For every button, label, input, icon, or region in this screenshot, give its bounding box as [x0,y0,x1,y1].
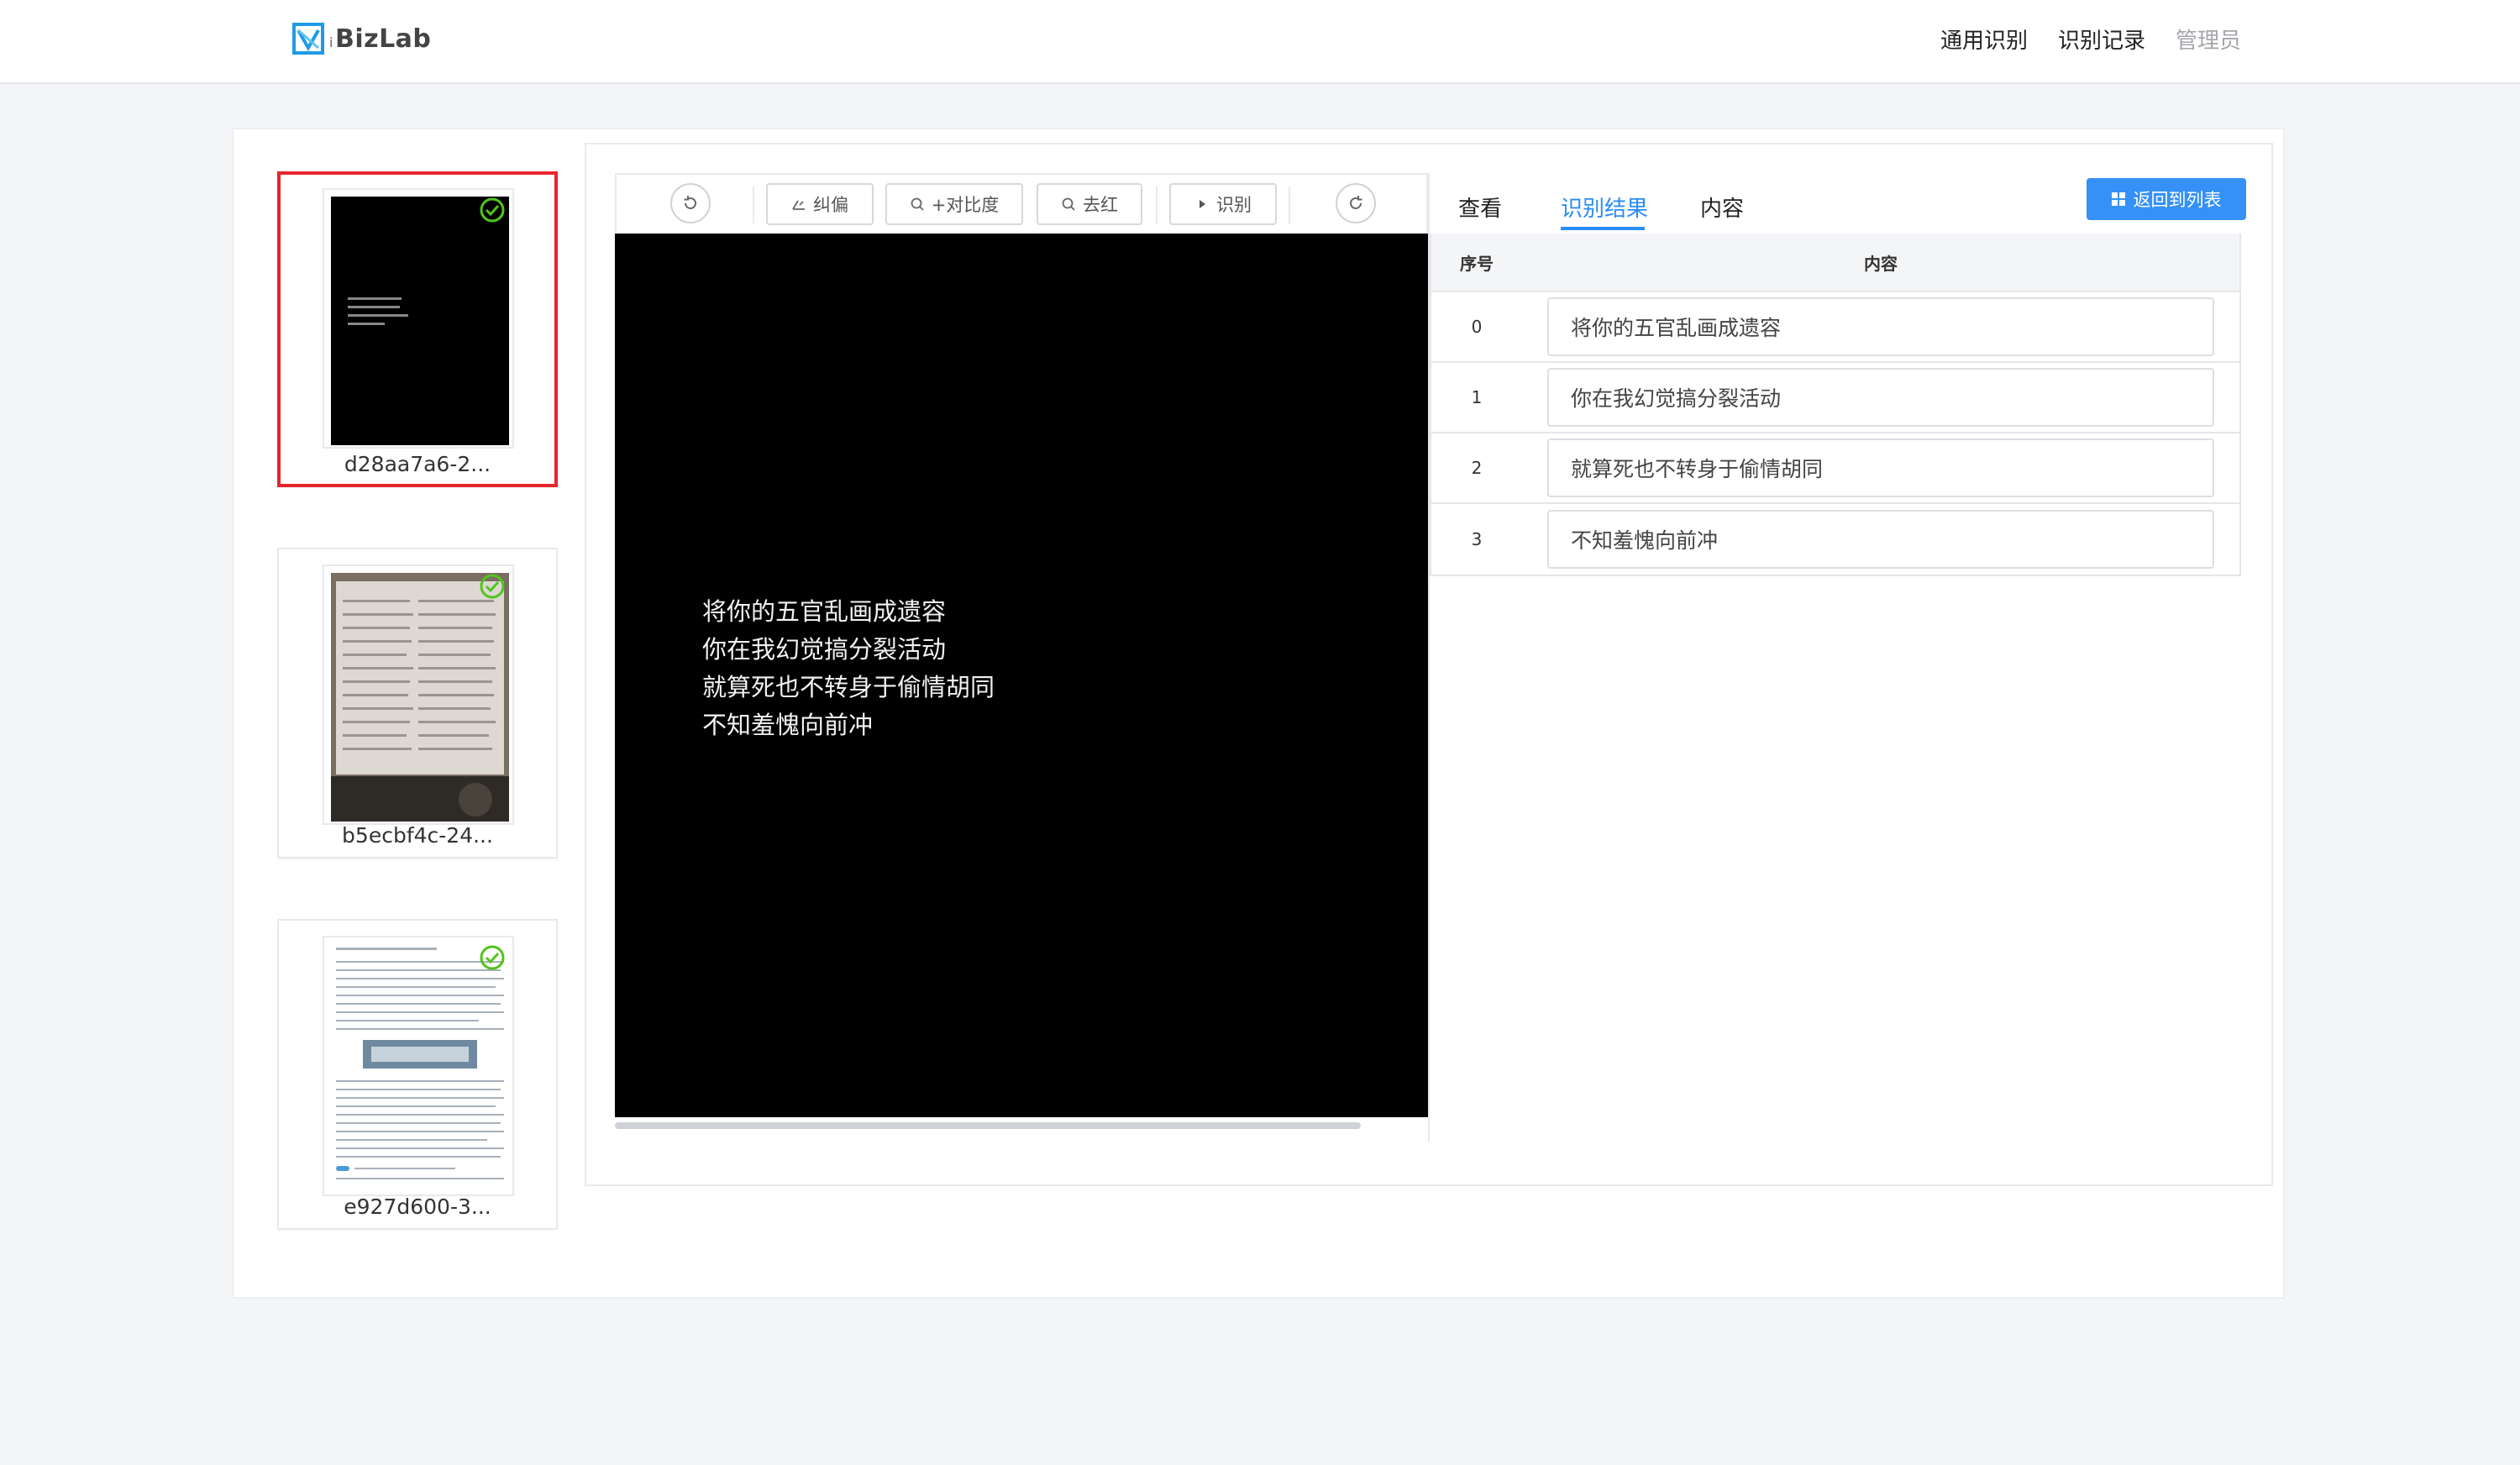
contrast-label: +对比度 [931,195,1000,215]
table-row: 2 [1431,433,2239,504]
tab-content[interactable]: 内容 [1700,192,1744,223]
rotate-right-icon [1350,196,1362,209]
grid-icon [2111,192,2125,206]
table-row: 1 [1431,363,2239,433]
result-tabs: 查看 识别结果 内容 返回到列表 [1430,173,2246,234]
column-header-content: 内容 [1864,253,1898,274]
top-bar: iBizLab 通用识别 识别记录 管理员 [0,0,2520,84]
search-icon [911,197,924,211]
check-circle-icon [480,574,505,599]
thumbnail-1-preview [331,197,509,445]
back-to-list-label: 返回到列表 [2133,190,2222,210]
toolbar-divider [1289,186,1290,223]
rotate-right-button[interactable] [1336,183,1376,223]
contrast-button[interactable]: +对比度 [885,183,1023,225]
deskew-label: 纠偏 [813,195,848,215]
thumbnail-image-2 [323,564,514,825]
recognize-button[interactable]: 识别 [1169,183,1277,225]
result-pane: 查看 识别结果 内容 返回到列表 序号 内容 0 将你的五官乱画成遗容 1 你在… [1428,173,2246,1142]
deskew-icon [792,200,805,210]
nav-general-recognition[interactable]: 通用识别 [1940,24,2028,55]
remove-red-label: 去红 [1083,195,1118,215]
thumbnail-name-1: d28aa7a6-2... [344,452,491,476]
deskew-button[interactable]: 纠偏 [766,183,874,225]
nav-admin[interactable]: 管理员 [2176,24,2241,55]
thumbnail-card-2[interactable]: b5ecbf4c-24... [277,548,558,859]
image-viewer: 纠偏 +对比度 去红 识别 将你的五官乱画成遗容 你在我幻觉搞分裂活动 就算死也… [615,173,1428,1142]
row-text-input[interactable] [1547,510,2214,569]
table-header: 序号 内容 [1431,234,2239,292]
logo-icon [292,23,324,55]
row-index: 3 [1471,529,1483,549]
toolbar-divider [1156,186,1158,223]
rotate-left-button[interactable] [670,183,711,223]
table-row: 0 [1431,292,2239,363]
horizontal-scrollbar[interactable] [615,1122,1361,1129]
recognize-label: 识别 [1216,195,1252,215]
row-text-input[interactable] [1547,438,2214,497]
thumbnail-card-3[interactable]: e927d600-3... [277,919,558,1230]
row-index: 1 [1471,387,1483,407]
result-table: 序号 内容 0 1 2 3 [1430,234,2241,576]
thumbnail-card-1[interactable]: d28aa7a6-2... [277,171,558,487]
image-text: 将你的五官乱画成遗容 你在我幻觉搞分裂活动 就算死也不转身于偷情胡同 不知羞愧向… [702,597,995,739]
toolbar-divider [753,186,754,223]
brand-name: iBizLab [329,24,432,54]
play-icon [1200,200,1205,208]
table-row: 3 [1431,504,2239,575]
back-to-list-button[interactable]: 返回到列表 [2087,178,2246,220]
image-canvas[interactable]: 将你的五官乱画成遗容 你在我幻觉搞分裂活动 就算死也不转身于偷情胡同 不知羞愧向… [615,234,1428,1117]
brand-logo[interactable]: iBizLab [292,22,431,55]
thumbnail-name-2: b5ecbf4c-24... [342,823,493,848]
tab-recognition-result[interactable]: 识别结果 [1561,192,1648,223]
row-index: 2 [1471,458,1483,478]
rotate-left-icon [684,196,696,209]
row-text-input[interactable] [1547,297,2214,356]
nav-recognition-records[interactable]: 识别记录 [2058,24,2145,55]
search-icon [1062,197,1075,211]
tab-view[interactable]: 查看 [1458,192,1502,223]
thumbnail-2-preview [331,573,509,822]
column-header-index: 序号 [1460,253,1494,274]
image-toolbar: 纠偏 +对比度 去红 识别 [615,173,1428,234]
row-text-input[interactable] [1547,368,2214,427]
top-nav: 通用识别 识别记录 管理员 [1940,24,2241,55]
thumbnail-3-preview [324,937,512,1195]
thumbnail-name-3: e927d600-3... [344,1195,491,1219]
remove-red-button[interactable]: 去红 [1037,183,1142,225]
active-tab-indicator [1561,227,1645,230]
check-circle-icon [480,197,505,223]
work-panel: 纠偏 +对比度 去红 识别 将你的五官乱画成遗容 你在我幻觉搞分裂活动 就算死也… [585,143,2273,1186]
thumbnail-image-3 [323,936,514,1196]
check-circle-icon [480,945,505,970]
row-index: 0 [1471,317,1483,337]
thumbnail-image-1 [323,188,514,449]
main-panel: d28aa7a6-2... b5ecbf4c-24... e927d600-3.… [232,128,2285,1299]
